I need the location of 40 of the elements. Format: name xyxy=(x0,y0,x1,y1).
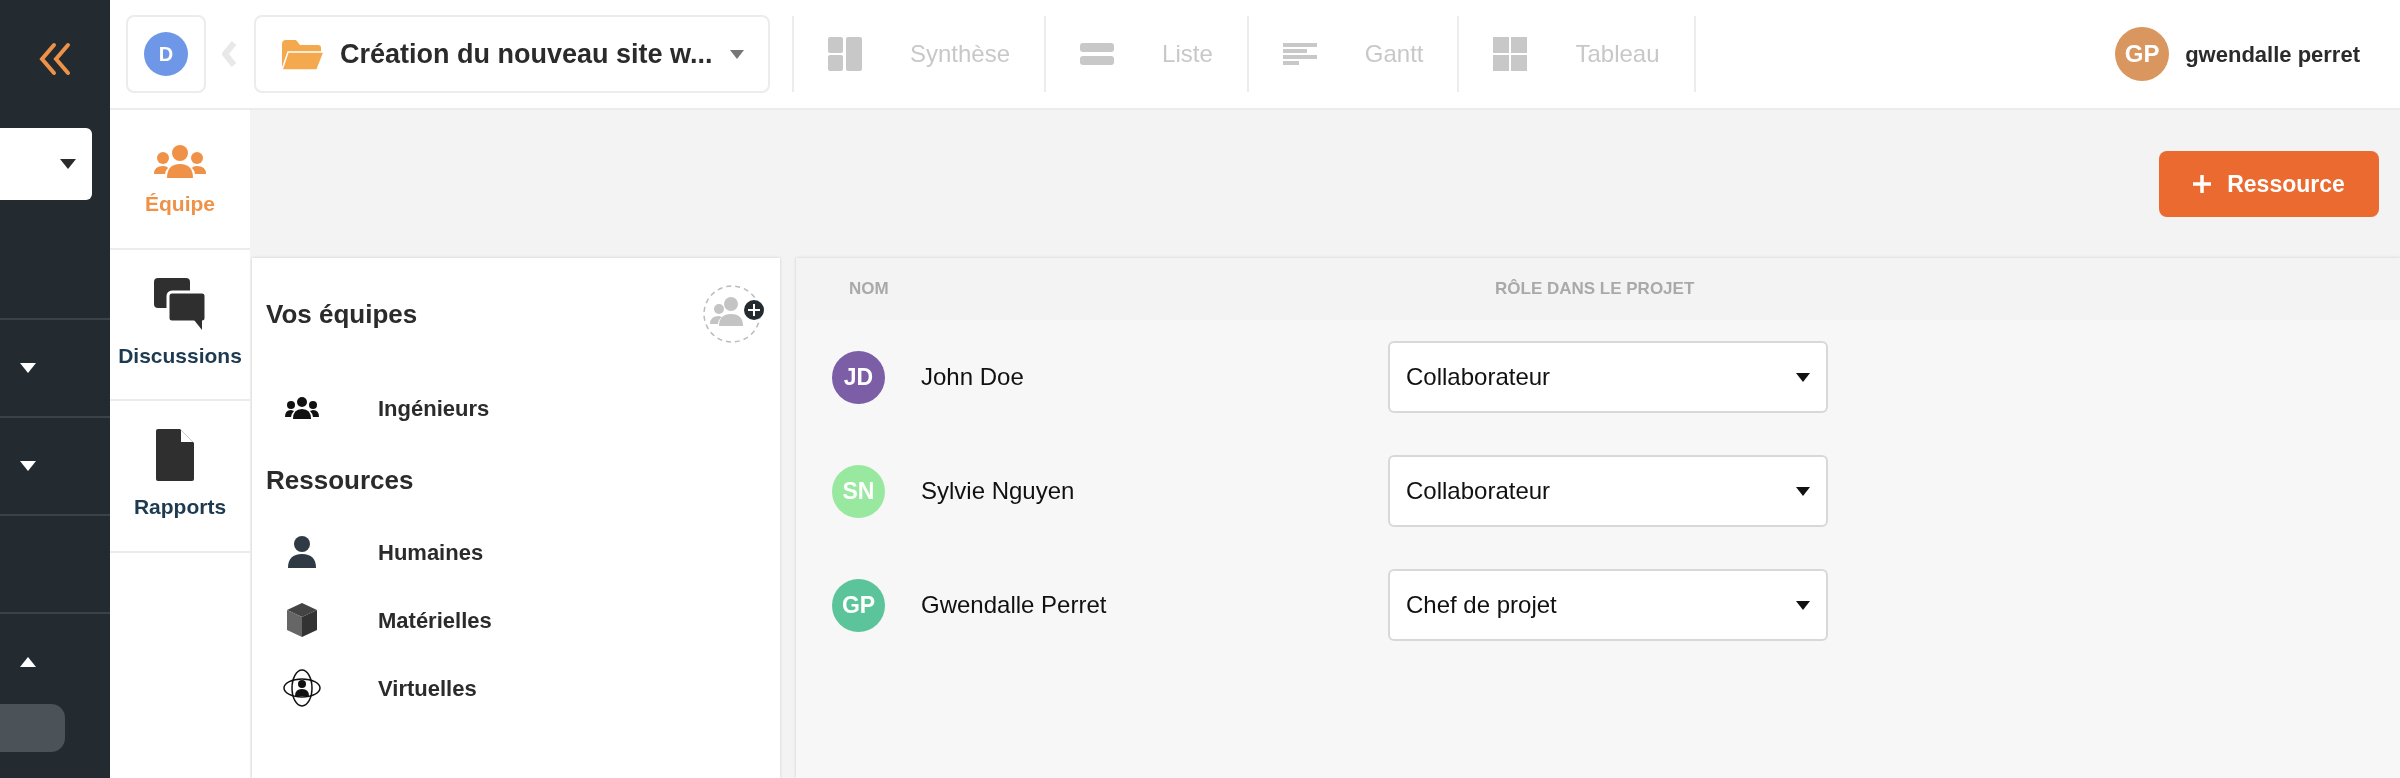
dashboard-icon xyxy=(828,37,862,71)
person-name: John Doe xyxy=(921,362,1025,392)
caret-icon xyxy=(1796,372,1810,382)
list-item[interactable]: Virtuelles xyxy=(266,654,766,722)
caret-icon xyxy=(730,49,744,59)
person-name: Gwendalle Perret xyxy=(921,590,1108,620)
list-item[interactable]: Matérielles xyxy=(266,586,766,654)
add-team-icon[interactable] xyxy=(702,284,766,344)
avatar: JD xyxy=(832,350,885,404)
column-header: RÔLE DANS LE PROJET xyxy=(1495,278,1695,301)
person-icon xyxy=(288,536,316,568)
section-title: Ressources xyxy=(266,463,414,497)
chat-icon xyxy=(154,277,206,332)
caret-icon[interactable] xyxy=(20,461,36,471)
plus-icon xyxy=(2193,175,2212,193)
avatar: SN xyxy=(832,464,885,518)
role-dropdown[interactable]: Chef de projet xyxy=(1388,569,1828,641)
project-dropdown[interactable]: Création du nouveau site w... xyxy=(254,15,770,93)
caret-icon xyxy=(1796,600,1810,610)
avatar: GP xyxy=(832,578,885,632)
team-icon xyxy=(154,144,206,180)
cube-icon xyxy=(287,603,317,637)
caret-icon[interactable] xyxy=(20,363,36,373)
workspace-avatar: D xyxy=(144,32,188,76)
role-dropdown[interactable]: Collaborateur xyxy=(1388,341,1828,413)
caret-icon[interactable] xyxy=(60,159,76,169)
grid-icon xyxy=(1493,37,1528,71)
caret-icon xyxy=(1796,486,1810,496)
user-name[interactable]: gwendalle perret xyxy=(2185,37,2360,71)
folder-icon xyxy=(280,38,324,70)
person-name: Sylvie Nguyen xyxy=(921,476,1076,506)
sidebar-toggle[interactable] xyxy=(0,704,65,752)
list-item[interactable]: Ingénieurs xyxy=(266,374,766,442)
column-header: NOM xyxy=(849,278,890,301)
globe-person-icon xyxy=(283,669,321,707)
role-dropdown[interactable]: Collaborateur xyxy=(1388,455,1828,527)
section-title: Vos équipes xyxy=(266,297,418,331)
caret-icon[interactable] xyxy=(20,657,36,667)
team-icon xyxy=(285,397,319,419)
list-item[interactable]: Humaines xyxy=(266,518,766,586)
